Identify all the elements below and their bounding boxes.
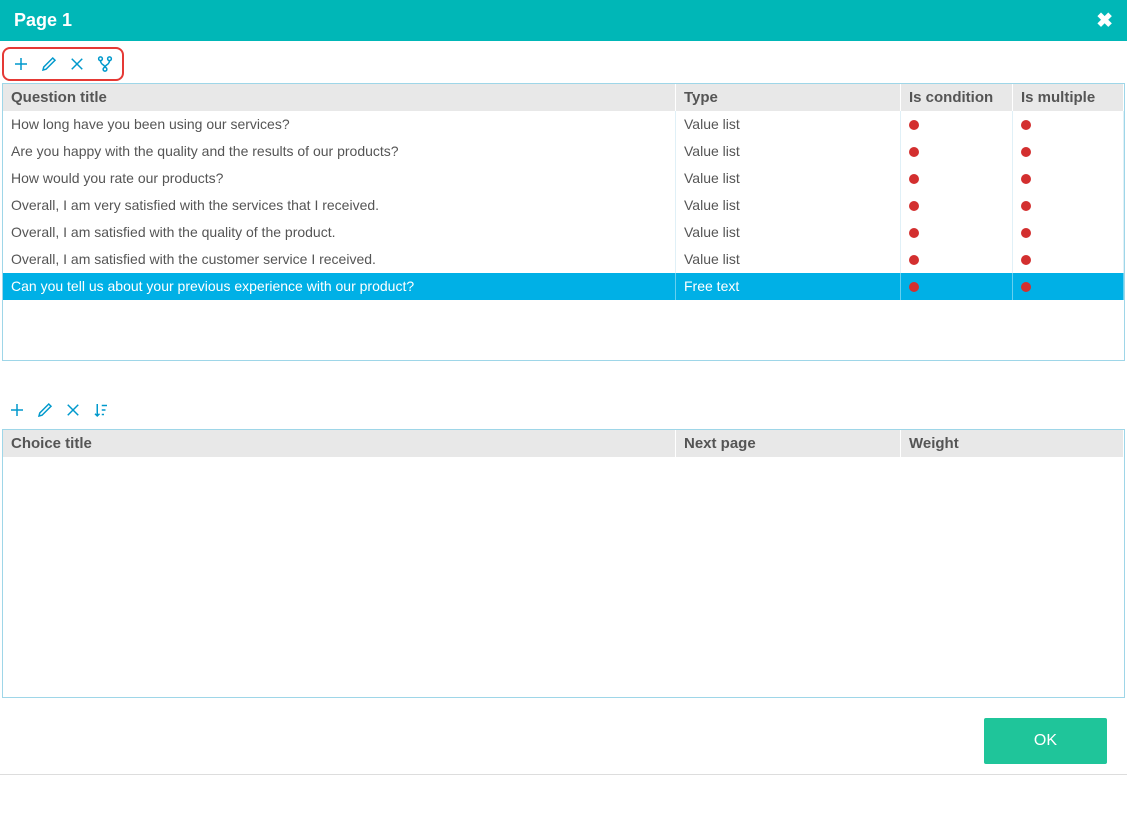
cell-type: Free text [676,273,901,300]
edit-icon[interactable] [38,53,60,75]
dot-icon [909,228,919,238]
cell-title: Overall, I am satisfied with the quality… [3,219,676,246]
dot-icon [1021,147,1031,157]
cell-multiple [1013,219,1124,246]
cell-title: Can you tell us about your previous expe… [3,273,676,300]
col-header-multiple[interactable]: Is multiple [1013,84,1124,111]
cell-condition [901,219,1013,246]
choices-grid: Choice title Next page Weight [2,429,1125,698]
dot-icon [1021,120,1031,130]
dot-icon [1021,174,1031,184]
cell-type: Value list [676,192,901,219]
table-row[interactable]: Overall, I am satisfied with the custome… [3,246,1124,273]
edit-icon[interactable] [34,399,56,421]
branch-icon[interactable] [94,53,116,75]
cell-title: Overall, I am very satisfied with the se… [3,192,676,219]
ok-button[interactable]: OK [984,718,1107,764]
cell-condition [901,192,1013,219]
col-header-type[interactable]: Type [676,84,901,111]
cell-multiple [1013,273,1124,300]
table-row[interactable]: Overall, I am very satisfied with the se… [3,192,1124,219]
col-header-condition[interactable]: Is condition [901,84,1013,111]
choices-toolbar [0,391,1127,429]
cell-multiple [1013,138,1124,165]
dot-icon [909,120,919,130]
col-header-title[interactable]: Question title [3,84,676,111]
cell-title: Overall, I am satisfied with the custome… [3,246,676,273]
dot-icon [909,255,919,265]
dot-icon [909,282,919,292]
delete-icon[interactable] [62,399,84,421]
dot-icon [909,174,919,184]
dot-icon [1021,255,1031,265]
delete-icon[interactable] [66,53,88,75]
cell-condition [901,111,1013,138]
questions-grid-body: How long have you been using our service… [3,111,1124,300]
dot-icon [1021,201,1031,211]
dot-icon [1021,228,1031,238]
cell-condition [901,246,1013,273]
dialog-header: Page 1 ✖ [0,0,1127,41]
table-row[interactable]: Can you tell us about your previous expe… [3,273,1124,300]
cell-type: Value list [676,219,901,246]
choices-grid-header: Choice title Next page Weight [3,430,1124,457]
dialog-title: Page 1 [14,10,72,31]
cell-multiple [1013,246,1124,273]
questions-grid: Question title Type Is condition Is mult… [2,83,1125,361]
cell-condition [901,138,1013,165]
col-header-choice-title[interactable]: Choice title [3,430,676,457]
cell-multiple [1013,192,1124,219]
cell-type: Value list [676,111,901,138]
cell-multiple [1013,111,1124,138]
questions-grid-empty-space[interactable] [3,300,1124,360]
add-icon[interactable] [10,53,32,75]
cell-title: Are you happy with the quality and the r… [3,138,676,165]
sort-icon[interactable] [90,399,112,421]
questions-toolbar [2,47,124,81]
close-icon[interactable]: ✖ [1096,8,1113,33]
table-row[interactable]: Are you happy with the quality and the r… [3,138,1124,165]
cell-type: Value list [676,165,901,192]
table-row[interactable]: How would you rate our products?Value li… [3,165,1124,192]
add-icon[interactable] [6,399,28,421]
dot-icon [909,201,919,211]
dot-icon [1021,282,1031,292]
choices-grid-empty-space[interactable] [3,457,1124,697]
col-header-next-page[interactable]: Next page [676,430,901,457]
cell-title: How would you rate our products? [3,165,676,192]
cell-title: How long have you been using our service… [3,111,676,138]
table-row[interactable]: How long have you been using our service… [3,111,1124,138]
questions-grid-header: Question title Type Is condition Is mult… [3,84,1124,111]
dialog-footer: OK [0,698,1127,775]
dot-icon [909,147,919,157]
table-row[interactable]: Overall, I am satisfied with the quality… [3,219,1124,246]
cell-type: Value list [676,246,901,273]
cell-condition [901,273,1013,300]
cell-type: Value list [676,138,901,165]
cell-multiple [1013,165,1124,192]
cell-condition [901,165,1013,192]
col-header-weight[interactable]: Weight [901,430,1124,457]
